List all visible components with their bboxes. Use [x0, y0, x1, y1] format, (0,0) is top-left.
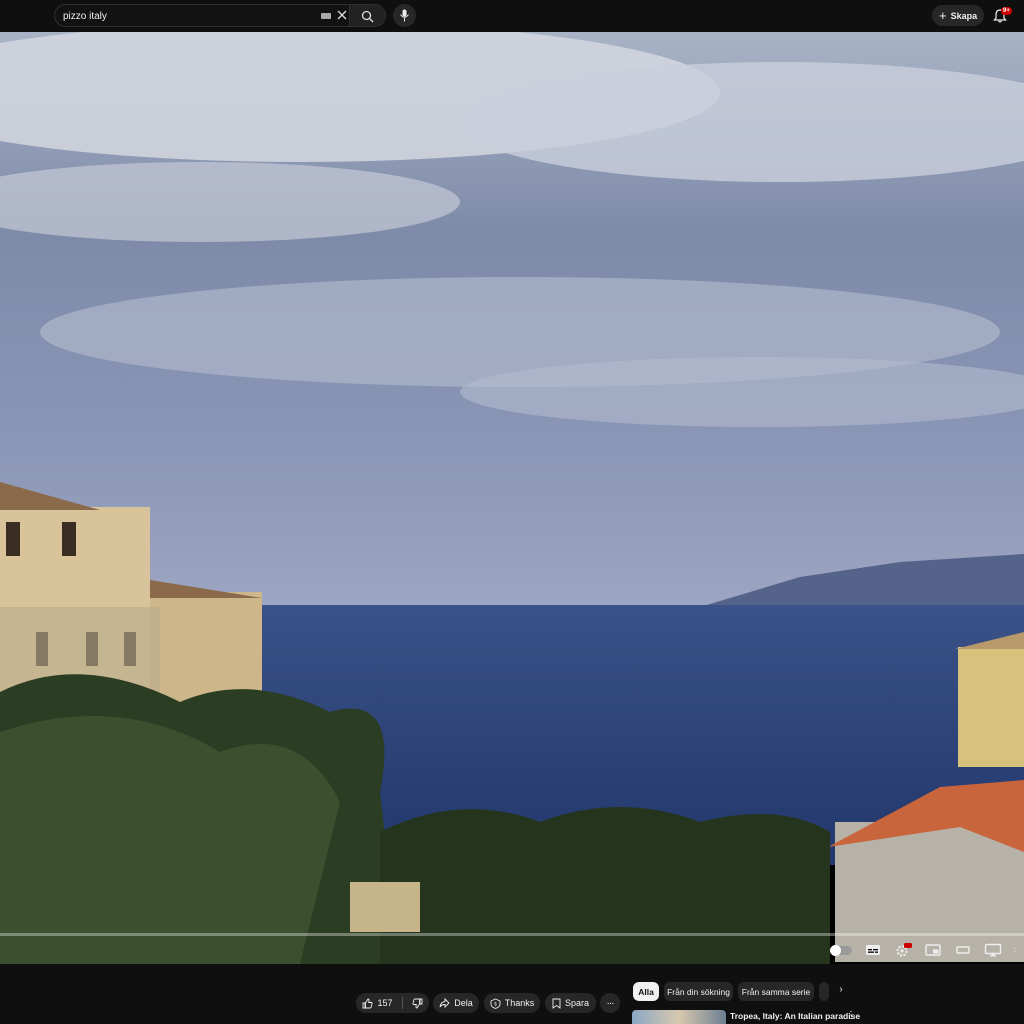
subtitles-icon[interactable] — [864, 943, 882, 957]
save-button[interactable]: Spara — [545, 993, 596, 1013]
airplay-icon[interactable] — [984, 943, 1002, 957]
search-icon — [361, 10, 374, 23]
thanks-label: Thanks — [504, 998, 535, 1008]
voice-search-button[interactable] — [393, 4, 416, 27]
clear-search-icon[interactable] — [335, 8, 349, 22]
search-box[interactable] — [54, 4, 350, 27]
autoplay-toggle[interactable] — [830, 944, 852, 956]
more-vertical-icon[interactable]: ⋮ — [846, 1010, 856, 1021]
create-label: Skapa — [950, 10, 978, 21]
thumbs-down-icon[interactable] — [411, 998, 423, 1009]
video-player[interactable] — [0, 32, 1024, 964]
search-input[interactable] — [63, 8, 313, 24]
recommendation-thumbnail[interactable] — [632, 1010, 726, 1024]
settings-icon[interactable] — [894, 943, 912, 957]
create-button[interactable]: + Skapa — [932, 5, 984, 26]
like-dislike-group: 157 — [356, 993, 429, 1013]
bookmark-icon — [552, 998, 561, 1009]
chip-same-series[interactable]: Från samma serie — [738, 982, 814, 1001]
player-controls — [830, 940, 1024, 960]
recommendation-title[interactable]: Tropea, Italy: An Italian paradise — [730, 1011, 860, 1021]
plus-icon: + — [939, 8, 947, 23]
below-video-area: 157 Dela $ Thanks Spara ··· Alla Från di… — [0, 964, 1024, 1024]
microphone-icon — [400, 9, 409, 22]
video-frame — [0, 32, 1024, 964]
search-button[interactable] — [350, 4, 386, 27]
share-button[interactable]: Dela — [433, 993, 479, 1013]
thanks-button[interactable]: $ Thanks — [484, 993, 540, 1013]
more-horizontal-icon: ··· — [606, 997, 615, 1009]
share-icon — [439, 998, 450, 1008]
thumbs-up-icon[interactable] — [362, 998, 374, 1009]
notification-badge: 9+ — [1001, 7, 1012, 15]
chevron-right-icon[interactable]: › — [834, 984, 848, 1000]
keyboard-icon[interactable] — [321, 13, 331, 19]
chip-overflow[interactable] — [819, 982, 829, 1001]
fullscreen-icon[interactable] — [1014, 943, 1020, 957]
top-bar: + Skapa 9+ — [0, 0, 1024, 32]
chip-from-search[interactable]: Från din sökning — [664, 982, 733, 1001]
save-label: Spara — [564, 998, 590, 1008]
theater-mode-icon[interactable] — [954, 943, 972, 957]
miniplayer-icon[interactable] — [924, 943, 942, 957]
progress-bar[interactable] — [0, 933, 1024, 936]
like-count[interactable]: 157 — [377, 998, 392, 1008]
svg-text:$: $ — [494, 1001, 497, 1007]
share-label: Dela — [454, 998, 473, 1008]
chip-all[interactable]: Alla — [633, 982, 659, 1001]
more-actions-button[interactable]: ··· — [600, 993, 620, 1013]
like-divider — [401, 997, 403, 1009]
thanks-icon: $ — [490, 998, 501, 1009]
